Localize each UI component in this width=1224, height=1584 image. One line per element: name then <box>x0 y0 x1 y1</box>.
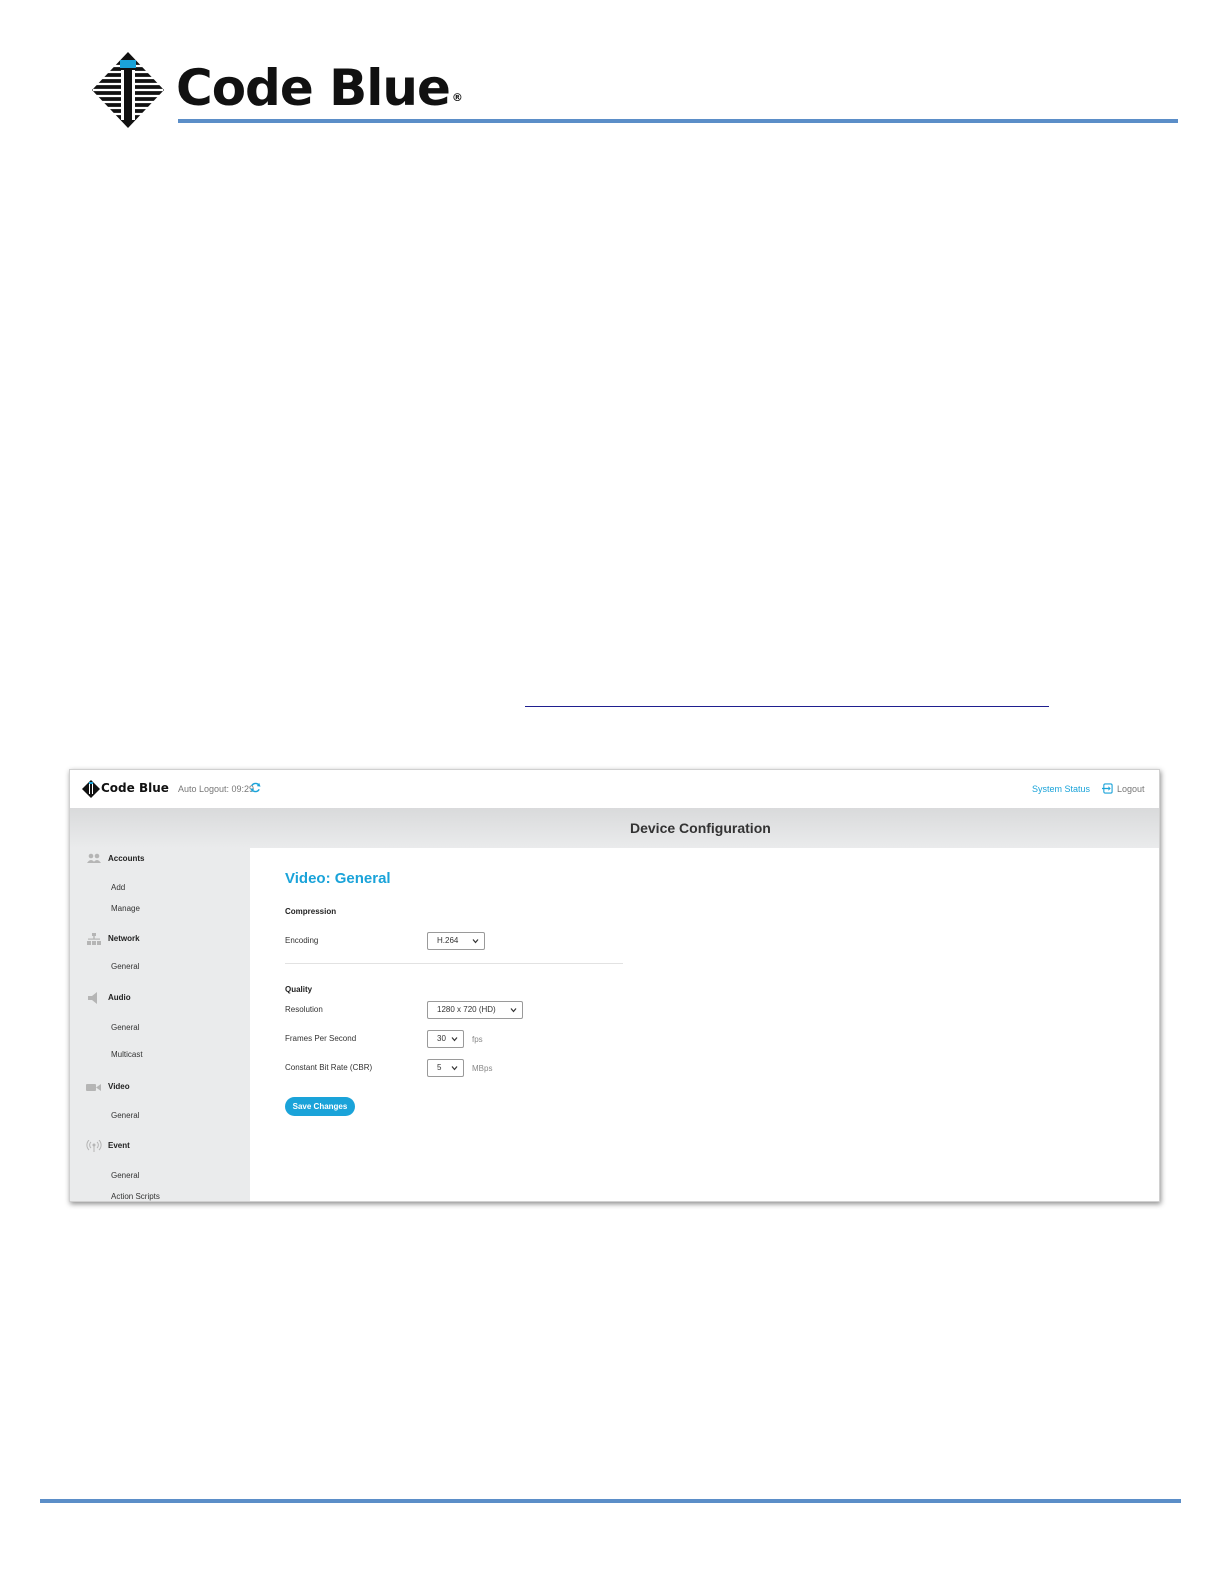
video-camera-icon <box>86 1084 101 1091</box>
sidebar-item-accounts-manage[interactable]: Manage <box>111 904 140 914</box>
encoding-label: Encoding <box>285 936 319 945</box>
resolution-value: 1280 x 720 (HD) <box>437 1005 496 1014</box>
section-title: Video: General <box>285 870 391 887</box>
sidebar-item-accounts-add[interactable]: Add <box>111 883 125 893</box>
sidebar-item-audio-general[interactable]: General <box>111 1023 139 1033</box>
sidebar-item-network-general[interactable]: General <box>111 962 139 972</box>
auto-logout-timer: Auto Logout: 09:29 <box>178 784 255 794</box>
save-changes-button[interactable]: Save Changes <box>285 1097 355 1116</box>
fps-select[interactable]: 30 <box>427 1030 464 1048</box>
footer-rule <box>40 1499 1181 1503</box>
chevron-down-icon <box>451 1037 458 1042</box>
chevron-down-icon <box>451 1066 458 1071</box>
section-divider <box>285 963 623 964</box>
network-icon <box>87 933 101 945</box>
sidebar-item-event-general[interactable]: General <box>111 1171 139 1181</box>
app-brand: Code Blue <box>101 781 169 795</box>
encoding-value: H.264 <box>437 936 459 945</box>
fps-value: 30 <box>437 1034 446 1043</box>
main-content: Video: General Compression Encoding H.26… <box>250 848 1159 1201</box>
doc-brand-wordmark: Code Blue ® <box>176 59 463 117</box>
sidebar-item-video-general[interactable]: General <box>111 1111 139 1121</box>
page-title: Device Configuration <box>630 820 771 836</box>
app-screenshot: Code Blue Auto Logout: 09:29 System Stat… <box>69 769 1160 1202</box>
top-bar: Code Blue Auto Logout: 09:29 System Stat… <box>70 770 1159 808</box>
logout-link[interactable]: Logout <box>1117 783 1145 795</box>
resolution-select[interactable]: 1280 x 720 (HD) <box>427 1001 523 1019</box>
header-rule <box>178 119 1178 123</box>
users-icon <box>87 853 101 863</box>
fps-label: Frames Per Second <box>285 1034 357 1043</box>
cbr-select[interactable]: 5 <box>427 1059 464 1077</box>
sidebar-section-label: Video <box>108 1082 130 1091</box>
compression-heading: Compression <box>285 907 337 916</box>
encoding-select[interactable]: H.264 <box>427 932 485 950</box>
sidebar: Accounts Add Manage Network General Audi… <box>70 848 250 1201</box>
cbr-label: Constant Bit Rate (CBR) <box>285 1063 373 1072</box>
code-blue-logo-icon <box>92 52 164 128</box>
refresh-icon[interactable] <box>250 782 261 793</box>
title-bar: Device Configuration <box>70 808 1159 848</box>
sidebar-section-label: Event <box>108 1141 130 1150</box>
code-blue-logo-icon <box>82 780 100 798</box>
cbr-value: 5 <box>437 1063 442 1072</box>
hyperlink-underline[interactable] <box>525 706 1049 707</box>
chevron-down-icon <box>510 1008 517 1013</box>
chevron-down-icon <box>472 939 479 944</box>
sidebar-section-label: Network <box>108 934 140 943</box>
resolution-label: Resolution <box>285 1005 323 1014</box>
broadcast-icon <box>86 1140 102 1152</box>
fps-unit: fps <box>472 1035 483 1044</box>
sidebar-item-audio-multicast[interactable]: Multicast <box>111 1050 143 1060</box>
logout-icon[interactable] <box>1102 783 1113 794</box>
cbr-unit: MBps <box>472 1064 493 1073</box>
speaker-icon <box>88 992 97 1004</box>
sidebar-section-label: Accounts <box>108 854 145 863</box>
sidebar-item-event-action-scripts[interactable]: Action Scripts <box>111 1192 160 1201</box>
system-status-link[interactable]: System Status <box>1032 783 1090 795</box>
quality-heading: Quality <box>285 985 313 994</box>
sidebar-section-label: Audio <box>108 993 131 1002</box>
